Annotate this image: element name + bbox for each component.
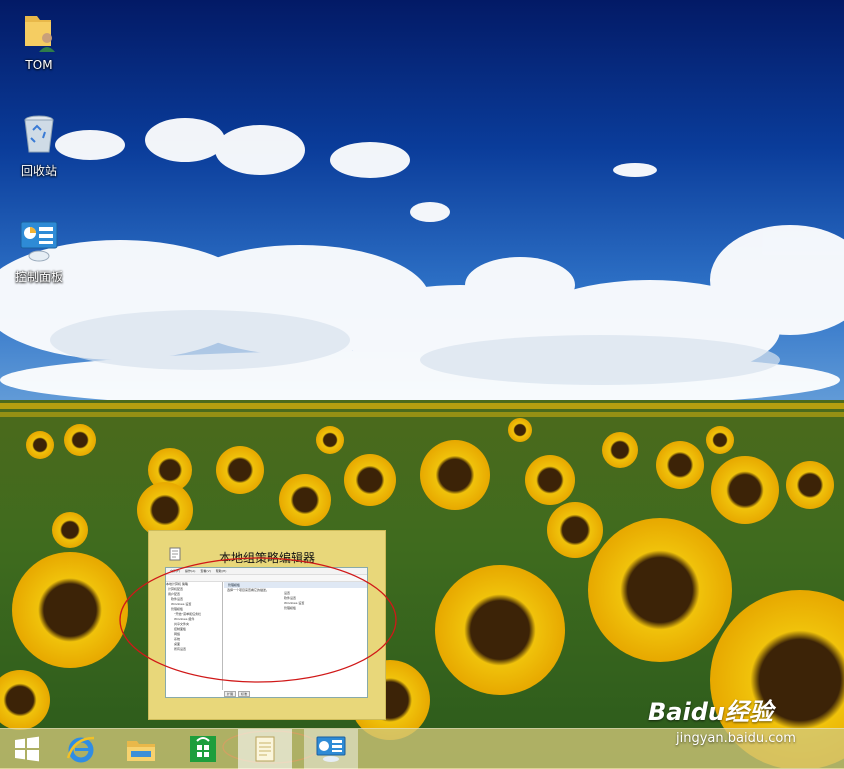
menu-view: 查看(V) xyxy=(200,569,211,573)
control-panel-icon xyxy=(20,221,58,262)
tab-extended: 扩展 xyxy=(224,691,237,697)
desktop-icon-control-panel[interactable]: 控制面板 xyxy=(4,218,74,285)
taskbar-group-policy-editor[interactable] xyxy=(238,729,292,769)
ie-icon xyxy=(66,736,95,763)
preview-toolbar xyxy=(166,575,367,582)
control-panel-icon xyxy=(316,736,346,762)
tab-standard: 标准 xyxy=(237,691,250,697)
preview-menubar: 文件(F) 操作(A) 查看(V) 帮助(H) xyxy=(166,568,367,575)
menu-file: 文件(F) xyxy=(170,569,181,573)
preview-window-title: 本地组策略编辑器 xyxy=(219,551,316,565)
store-icon xyxy=(190,736,216,762)
desktop-icon-label: 控制面板 xyxy=(14,270,63,284)
details-item: 管理模板 xyxy=(284,606,297,610)
tree-item: 所有设置 xyxy=(174,647,187,651)
desktop-icon-label: TOM xyxy=(25,58,53,72)
preview-tabs: 扩展 标准 xyxy=(224,691,251,697)
document-icon xyxy=(169,547,181,561)
folder-icon xyxy=(127,741,155,761)
menu-help: 帮助(H) xyxy=(215,569,227,573)
desktop-wallpaper xyxy=(0,0,844,768)
recycle-bin-icon xyxy=(24,115,54,153)
preview-details-pane: 管理模板 选择一个项目来查看它的描述。 设置 软件设置 Windows 设置 管… xyxy=(224,582,367,690)
taskbar-store[interactable] xyxy=(176,729,230,769)
taskbar-control-panel[interactable] xyxy=(304,729,358,769)
desktop-icon-tom[interactable]: TOM xyxy=(4,8,74,72)
watermark-url: jingyan.baidu.com xyxy=(676,731,796,746)
baidu-logo: Baidu经验 xyxy=(648,698,773,726)
user-folder-icon xyxy=(25,16,55,52)
details-list: 设置 软件设置 Windows 设置 管理模板 xyxy=(284,591,304,611)
preview-tree: 本地计算机 策略 计算机配置 用户配置 软件设置 Windows 设置 管理模板… xyxy=(166,582,223,690)
preview-window-content: 文件(F) 操作(A) 查看(V) 帮助(H) 本地计算机 策略 计算机配置 用… xyxy=(165,567,368,698)
windows-logo-icon xyxy=(15,736,39,762)
desktop-icon-label: 回收站 xyxy=(20,164,57,178)
taskbar-file-explorer[interactable] xyxy=(114,729,168,769)
start-button[interactable] xyxy=(0,729,54,769)
taskbar-internet-explorer[interactable] xyxy=(54,729,108,769)
desktop-icon-recycle-bin[interactable]: 回收站 xyxy=(4,112,74,179)
document-icon xyxy=(255,736,275,762)
menu-action: 操作(A) xyxy=(185,569,196,573)
